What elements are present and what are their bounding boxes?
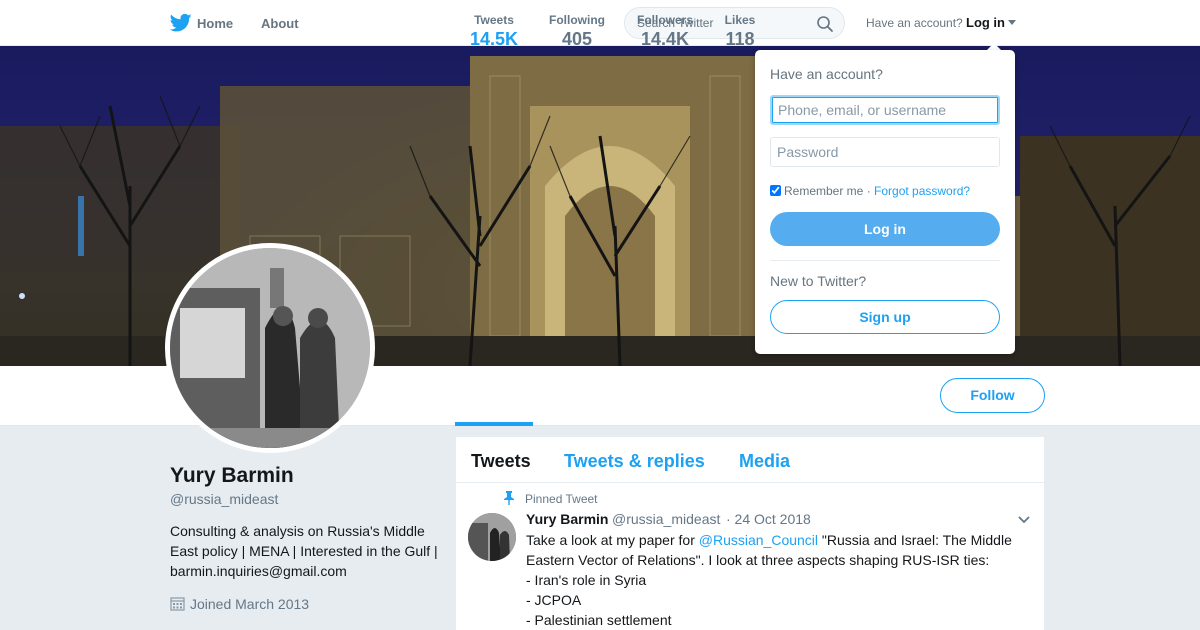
username-field[interactable] xyxy=(770,95,1000,125)
password-field[interactable] xyxy=(770,137,1000,167)
tweet-avatar[interactable] xyxy=(468,513,516,561)
remember-row: Remember me · Forgot password? xyxy=(770,184,970,198)
tweet-text: Take a look at my paper for @Russian_Cou… xyxy=(526,530,1026,630)
stat-value: 14.5K xyxy=(470,29,519,49)
have-account-text: Have an account? xyxy=(866,16,963,30)
joined-date: Joined March 2013 xyxy=(170,596,309,612)
stat-value: 405 xyxy=(561,29,593,49)
tweet-date[interactable]: · 24 Oct 2018 xyxy=(726,511,811,527)
login-dropdown: Have an account? Remember me · Forgot pa… xyxy=(755,50,1015,354)
tweet-line: - Palestinian settlement xyxy=(526,612,672,628)
divider xyxy=(770,260,1000,261)
stat-label: Likes xyxy=(724,13,756,27)
pin-icon xyxy=(504,491,514,505)
pinned-label: Pinned Tweet xyxy=(525,492,598,506)
tweet-line: - Iran's role in Syria xyxy=(526,572,647,588)
nav-home-link[interactable]: Home xyxy=(197,16,233,31)
stat-following[interactable]: Following 405 xyxy=(548,13,606,50)
nav-about-link[interactable]: About xyxy=(261,16,299,31)
follow-button[interactable]: Follow xyxy=(940,378,1045,413)
remember-checkbox[interactable] xyxy=(770,185,781,196)
mention-link[interactable]: @Russian_Council xyxy=(699,532,818,548)
stat-tweets[interactable]: Tweets 14.5K xyxy=(470,13,518,50)
profile-bio: Consulting & analysis on Russia's Middle… xyxy=(170,523,438,579)
stat-value: 118 xyxy=(725,29,755,49)
tweet-text-start: Take a look at my paper for xyxy=(526,532,699,548)
pinned-tweet[interactable]: Pinned Tweet Yury Barmin @russia_mideast… xyxy=(456,437,1044,630)
tweet-author-name[interactable]: Yury Barmin xyxy=(526,511,608,527)
twitter-bird-icon[interactable] xyxy=(170,13,192,33)
stat-value: 14.4K xyxy=(640,29,690,49)
joined-text: Joined March 2013 xyxy=(190,596,310,612)
profile-name[interactable]: Yury Barmin xyxy=(170,464,294,488)
dropdown-title: Have an account? xyxy=(770,66,883,82)
forgot-password-link[interactable]: Forgot password? xyxy=(874,184,970,198)
tweet-author-handle[interactable]: @russia_mideast xyxy=(612,511,720,527)
login-dropdown-toggle[interactable]: Log in xyxy=(966,15,1005,30)
login-button[interactable]: Log in xyxy=(770,212,1000,246)
stat-label: Tweets xyxy=(474,13,514,27)
stat-label: Followers xyxy=(636,13,693,27)
separator-dot: · xyxy=(863,184,875,198)
new-to-twitter-text: New to Twitter? xyxy=(770,273,867,289)
chevron-down-icon[interactable] xyxy=(1018,516,1030,524)
profile-handle[interactable]: @russia_mideast xyxy=(170,491,278,507)
tweet-line: - JCPOA xyxy=(526,592,582,608)
avatar[interactable] xyxy=(165,243,375,453)
stat-followers[interactable]: Followers 14.4K xyxy=(636,13,694,50)
tweet-avatar-photo xyxy=(468,513,516,561)
stat-likes[interactable]: Likes 118 xyxy=(724,13,756,50)
search-icon[interactable] xyxy=(816,15,834,33)
active-stat-underline xyxy=(455,422,533,426)
signup-button[interactable]: Sign up xyxy=(770,300,1000,334)
remember-label[interactable]: Remember me xyxy=(784,184,863,198)
avatar-photo xyxy=(170,248,370,448)
caret-down-icon[interactable] xyxy=(1008,20,1016,25)
stat-label: Following xyxy=(549,13,605,27)
calendar-icon xyxy=(170,597,185,611)
